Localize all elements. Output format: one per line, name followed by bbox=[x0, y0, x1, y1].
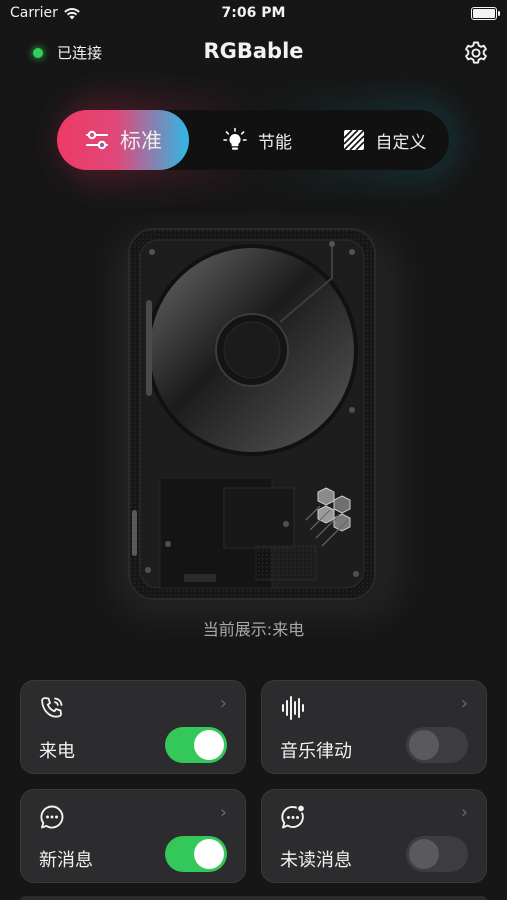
status-time: 7:06 PM bbox=[221, 5, 286, 21]
chevron-right-icon: › bbox=[460, 802, 468, 823]
feature-card-incoming-call[interactable]: › 来电 bbox=[20, 680, 246, 774]
chevron-right-icon: › bbox=[219, 802, 227, 823]
battery-level bbox=[473, 9, 495, 18]
header: 已连接 RGBable bbox=[0, 34, 507, 70]
feature-label-music-rhythm: 音乐律动 bbox=[280, 741, 352, 762]
feature-label-new-message: 新消息 bbox=[39, 850, 93, 871]
app-title: RGBable bbox=[203, 39, 304, 63]
feature-label-incoming-call: 来电 bbox=[39, 741, 75, 762]
sound-wave-icon bbox=[282, 696, 304, 720]
feature-label-unread-message: 未读消息 bbox=[280, 850, 352, 871]
tab-custom[interactable]: 自定义 bbox=[329, 110, 439, 170]
device-illustration bbox=[130, 230, 374, 598]
unread-message-icon bbox=[281, 804, 306, 829]
toggle-knob bbox=[409, 730, 439, 760]
toggle-incoming-call[interactable] bbox=[165, 727, 227, 763]
tab-standard[interactable]: 标准 bbox=[57, 110, 189, 170]
mode-switch: 标准 节能 自定义 bbox=[57, 110, 449, 170]
feature-card-new-message[interactable]: › 新消息 bbox=[20, 789, 246, 883]
feature-card-unread-message[interactable]: › 未读消息 bbox=[261, 789, 487, 883]
feature-card-music-rhythm[interactable]: › 音乐律动 bbox=[261, 680, 487, 774]
chevron-right-icon: › bbox=[460, 693, 468, 714]
chevron-right-icon: › bbox=[219, 693, 227, 714]
tab-custom-label: 自定义 bbox=[375, 132, 427, 153]
toggle-new-message[interactable] bbox=[165, 836, 227, 872]
status-bar: Carrier 7:06 PM bbox=[0, 0, 507, 28]
next-card-peek bbox=[20, 896, 487, 900]
sliders-icon bbox=[86, 130, 108, 150]
current-display-caption: 当前展示:来电 bbox=[202, 620, 305, 639]
toggle-unread-message[interactable] bbox=[406, 836, 468, 872]
phone-call-icon bbox=[41, 697, 63, 718]
custom-pattern-icon bbox=[342, 129, 365, 151]
device-preview bbox=[128, 228, 376, 600]
gear-icon[interactable] bbox=[463, 40, 489, 66]
tab-energy-saving[interactable]: 节能 bbox=[207, 110, 307, 170]
toggle-knob bbox=[194, 839, 224, 869]
message-icon bbox=[40, 805, 64, 829]
tab-energy-saving-label: 节能 bbox=[258, 132, 292, 153]
toggle-knob bbox=[409, 839, 439, 869]
tab-standard-label: 标准 bbox=[120, 129, 162, 153]
bulb-icon bbox=[223, 127, 247, 150]
battery-icon bbox=[471, 7, 500, 20]
toggle-music-rhythm[interactable] bbox=[406, 727, 468, 763]
toggle-knob bbox=[194, 730, 224, 760]
